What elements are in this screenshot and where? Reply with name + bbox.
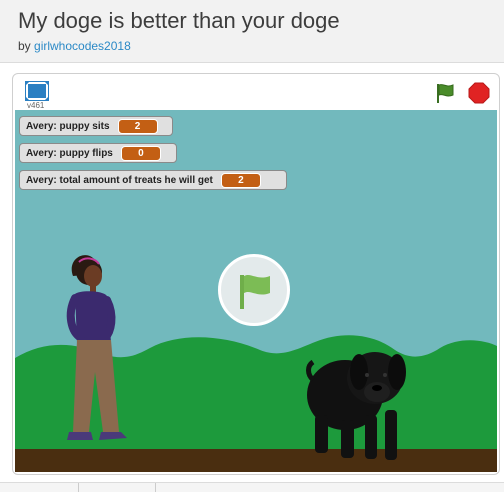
green-flag-button[interactable] — [434, 82, 456, 104]
variable-monitor-puppy-flips[interactable]: Avery: puppy flips 0 — [19, 143, 177, 163]
monitor-label: Avery: puppy sits — [26, 120, 110, 132]
green-flag-overlay-button[interactable] — [218, 254, 290, 326]
green-flag-icon — [240, 274, 270, 309]
version-label: v461 — [27, 101, 45, 110]
monitor-label: Avery: total amount of treats he will ge… — [26, 174, 213, 186]
byline: by girlwhocodes2018 — [18, 39, 131, 53]
stop-sign-icon — [468, 82, 490, 104]
player-controls: v461 — [13, 74, 499, 110]
ground — [15, 449, 497, 472]
monitor-value: 0 — [120, 145, 161, 161]
monitor-label: Avery: puppy flips — [26, 147, 113, 159]
project-header: My doge is better than your doge by girl… — [0, 0, 504, 63]
monitor-value: 2 — [220, 172, 261, 188]
green-flag-icon — [437, 84, 454, 103]
fullscreen-icon[interactable] — [25, 81, 49, 101]
monitor-value: 2 — [117, 118, 158, 134]
project-player: v461 Avery: puppy sits 2 Avery: puppy fl… — [12, 73, 500, 475]
byline-prefix: by — [18, 39, 35, 53]
variable-monitor-total-treats[interactable]: Avery: total amount of treats he will ge… — [19, 170, 287, 190]
project-title: My doge is better than your doge — [18, 8, 340, 33]
stop-button[interactable] — [468, 82, 490, 104]
stage[interactable]: Avery: puppy sits 2 Avery: puppy flips 0… — [15, 110, 497, 472]
author-link[interactable]: girlwhocodes2018 — [34, 39, 131, 53]
variable-monitor-puppy-sits[interactable]: Avery: puppy sits 2 — [19, 116, 173, 136]
